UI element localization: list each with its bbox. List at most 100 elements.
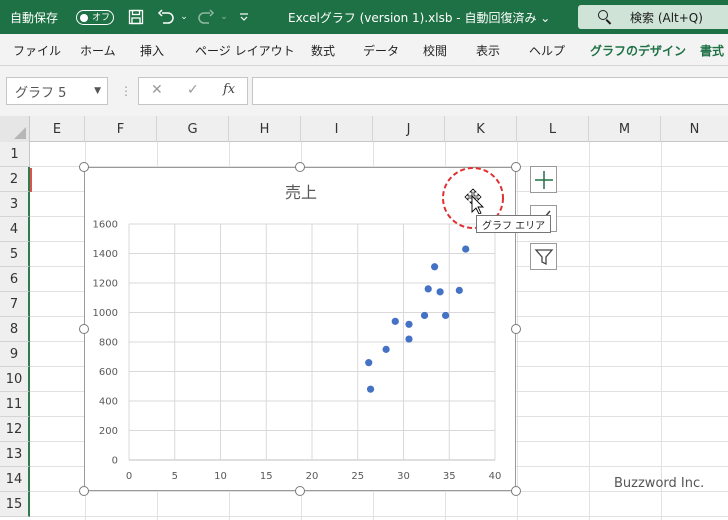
data-point[interactable] bbox=[462, 245, 470, 253]
undo-icon[interactable] bbox=[156, 0, 176, 34]
autosave-label: 自動保存 bbox=[10, 10, 59, 25]
formula-input[interactable] bbox=[252, 77, 728, 105]
y-tick-label: 600 bbox=[99, 367, 118, 378]
tab-page-layout[interactable]: ページ レイアウト bbox=[195, 34, 295, 66]
row-header-3[interactable]: 3 bbox=[0, 192, 30, 217]
name-box-value: グラフ 5 bbox=[15, 85, 67, 101]
column-header-j[interactable]: J bbox=[373, 116, 445, 142]
customize-toolbar-icon[interactable] bbox=[234, 0, 254, 34]
tab-chart-design[interactable]: グラフのデザイン bbox=[590, 34, 686, 66]
redo-icon[interactable] bbox=[196, 0, 216, 34]
tab-view[interactable]: 表示 bbox=[476, 34, 500, 66]
tab-formulas[interactable]: 数式 bbox=[311, 34, 335, 66]
search-box[interactable]: 検索 (Alt+Q) bbox=[578, 5, 728, 29]
grid-line bbox=[589, 142, 590, 520]
row-header-6[interactable]: 6 bbox=[0, 267, 30, 292]
row-header-5[interactable]: 5 bbox=[0, 242, 30, 267]
data-point[interactable] bbox=[405, 335, 413, 343]
tab-review[interactable]: 校閲 bbox=[423, 34, 447, 66]
row-header-14[interactable]: 14 bbox=[0, 467, 30, 492]
data-point[interactable] bbox=[431, 263, 439, 271]
data-point[interactable] bbox=[405, 320, 413, 328]
column-header-k[interactable]: K bbox=[445, 116, 517, 142]
column-header-row: E F G H I J K L M N bbox=[0, 116, 728, 142]
tab-format[interactable]: 書式 bbox=[700, 34, 724, 66]
formula-buttons: ✕ ✓ fx bbox=[138, 77, 248, 105]
tab-home[interactable]: ホーム bbox=[80, 34, 116, 66]
data-point[interactable] bbox=[391, 317, 399, 325]
y-tick-label: 1200 bbox=[93, 279, 118, 290]
name-box[interactable]: グラフ 5 ▼ bbox=[6, 77, 108, 105]
resize-handle-top-right[interactable] bbox=[511, 162, 521, 172]
tab-file[interactable]: ファイル bbox=[13, 34, 61, 66]
resize-handle-bottom[interactable] bbox=[295, 486, 305, 496]
resize-handle-bottom-left[interactable] bbox=[79, 486, 89, 496]
formula-bar: グラフ 5 ▼ ⋮ ✕ ✓ fx bbox=[0, 66, 728, 116]
data-point[interactable] bbox=[382, 345, 390, 353]
row-header-12[interactable]: 12 bbox=[0, 417, 30, 442]
row-header-10[interactable]: 10 bbox=[0, 367, 30, 392]
row-header-2[interactable]: 2 bbox=[0, 167, 30, 192]
column-header-i[interactable]: I bbox=[301, 116, 373, 142]
resize-handle-top[interactable] bbox=[295, 162, 305, 172]
column-header-f[interactable]: F bbox=[85, 116, 157, 142]
data-point[interactable] bbox=[455, 286, 463, 294]
search-label: 検索 (Alt+Q) bbox=[630, 10, 703, 25]
column-header-l[interactable]: L bbox=[517, 116, 589, 142]
x-tick-label: 40 bbox=[489, 471, 502, 482]
resize-handle-bottom-right[interactable] bbox=[511, 486, 521, 496]
column-header-h[interactable]: H bbox=[229, 116, 301, 142]
x-tick-label: 0 bbox=[126, 471, 132, 482]
column-header-m[interactable]: M bbox=[589, 116, 661, 142]
x-tick-label: 30 bbox=[397, 471, 410, 482]
search-icon bbox=[598, 10, 612, 24]
chart-filters-button[interactable] bbox=[530, 243, 557, 270]
row-header-7[interactable]: 7 bbox=[0, 292, 30, 317]
column-header-g[interactable]: G bbox=[157, 116, 229, 142]
column-header-e[interactable]: E bbox=[30, 116, 85, 142]
resize-handle-left[interactable] bbox=[79, 324, 89, 334]
row-header-11[interactable]: 11 bbox=[0, 392, 30, 417]
data-point[interactable] bbox=[436, 288, 444, 296]
document-title: Excelグラフ (version 1).xlsb - 自動回復済み ⌄ bbox=[288, 10, 551, 25]
tab-help[interactable]: ヘルプ bbox=[529, 34, 565, 66]
data-point[interactable] bbox=[366, 385, 375, 393]
data-point[interactable] bbox=[420, 311, 429, 320]
chart-title[interactable]: 売上 bbox=[285, 183, 317, 202]
data-point[interactable] bbox=[365, 359, 373, 367]
row-header-4[interactable]: 4 bbox=[0, 217, 30, 242]
row-header-8[interactable]: 8 bbox=[0, 317, 30, 342]
tab-data[interactable]: データ bbox=[363, 34, 399, 66]
resize-handle-top-left[interactable] bbox=[79, 162, 89, 172]
redo-dropdown-icon[interactable]: ⌄ bbox=[214, 0, 234, 34]
cancel-icon[interactable]: ✕ bbox=[151, 82, 163, 98]
undo-dropdown-icon[interactable]: ⌄ bbox=[174, 0, 194, 34]
chart-elements-button[interactable] bbox=[530, 166, 557, 193]
formula-bar-grip-icon[interactable]: ⋮ bbox=[120, 84, 132, 98]
filter-icon bbox=[534, 248, 553, 265]
select-all-corner[interactable] bbox=[0, 116, 30, 142]
x-tick-label: 20 bbox=[306, 471, 319, 482]
data-point[interactable] bbox=[441, 311, 450, 320]
insert-function-icon[interactable]: fx bbox=[223, 82, 235, 97]
y-tick-label: 1400 bbox=[93, 249, 118, 260]
name-box-dropdown-icon[interactable]: ▼ bbox=[94, 86, 101, 96]
save-icon[interactable] bbox=[126, 0, 146, 34]
column-header-n[interactable]: N bbox=[661, 116, 728, 142]
tab-insert[interactable]: 挿入 bbox=[140, 34, 164, 66]
move-cursor-icon bbox=[464, 188, 485, 214]
y-tick-label: 400 bbox=[99, 397, 118, 408]
autosave-state: オフ bbox=[92, 13, 111, 23]
row-header-15[interactable]: 15 bbox=[0, 492, 30, 517]
resize-handle-right[interactable] bbox=[511, 324, 521, 334]
row-header-9[interactable]: 9 bbox=[0, 342, 30, 367]
enter-icon[interactable]: ✓ bbox=[187, 82, 199, 98]
data-point[interactable] bbox=[424, 285, 432, 293]
toggle-knob bbox=[80, 13, 88, 22]
y-tick-label: 800 bbox=[99, 338, 118, 349]
row-header-1[interactable]: 1 bbox=[0, 142, 30, 167]
row-header-13[interactable]: 13 bbox=[0, 442, 30, 467]
autosave-toggle[interactable]: オフ bbox=[76, 10, 114, 25]
grid-line bbox=[661, 142, 662, 520]
chart-area-tooltip: グラフ エリア bbox=[476, 215, 552, 233]
